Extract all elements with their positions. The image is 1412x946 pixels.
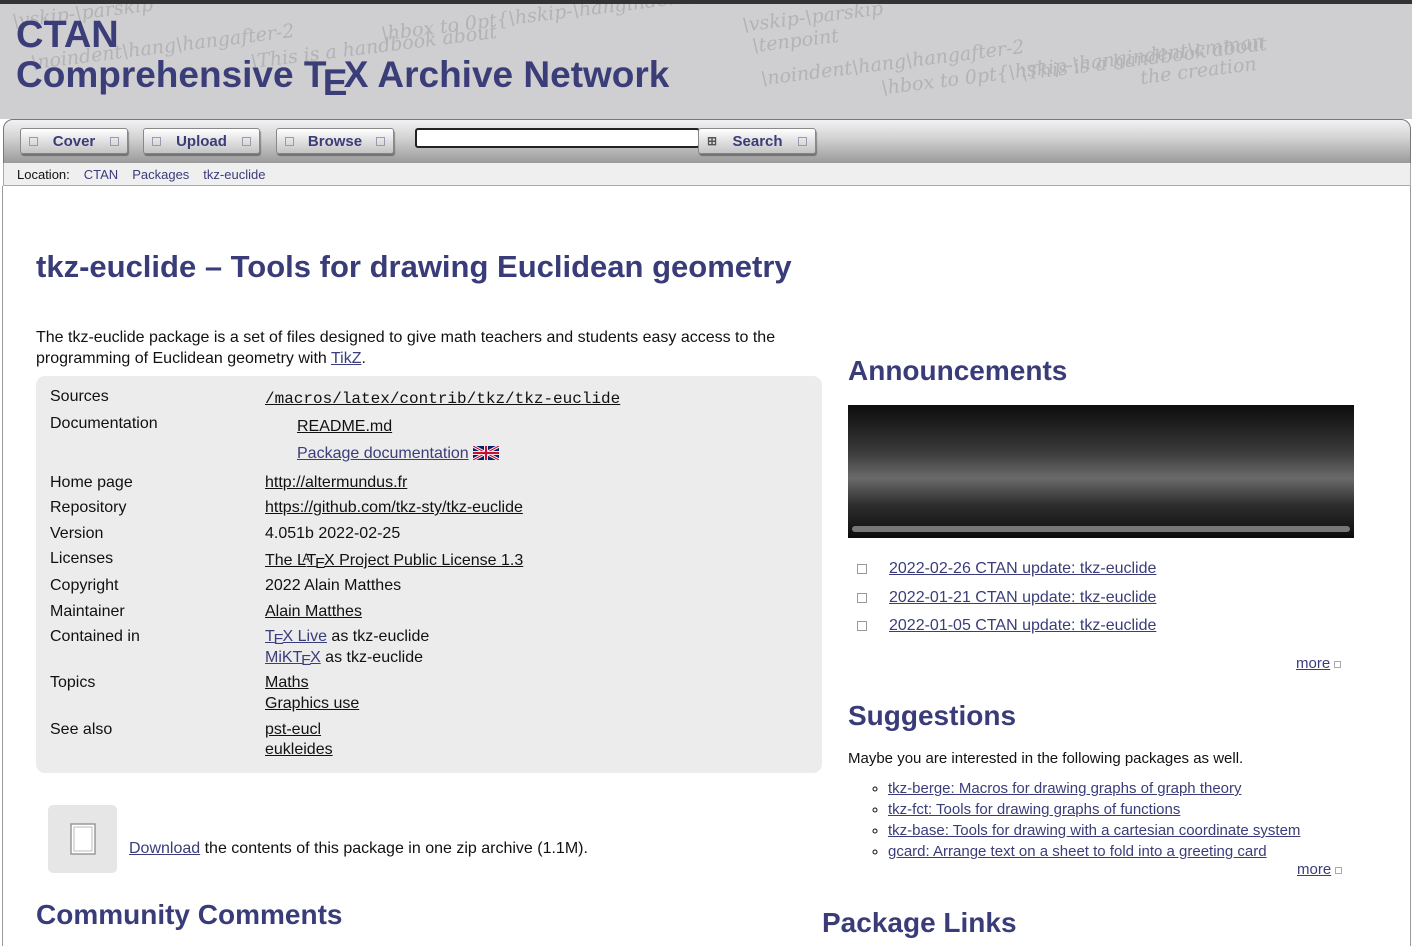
bullet-icon — [857, 564, 867, 574]
sources-label: Sources — [50, 388, 109, 405]
list-item: tkz-base: Tools for drawing with a carte… — [888, 820, 1300, 841]
announcement-item: 2022-02-26 CTAN update: tkz-euclide — [857, 560, 1156, 578]
community-comments-heading: Community Comments — [36, 899, 343, 930]
readme-link[interactable]: README.md — [297, 418, 392, 436]
site-subtitle: Comprehensive TEX Archive Network — [16, 54, 670, 104]
announcement-link[interactable]: 2022-02-26 CTAN update: tkz-euclide — [889, 560, 1156, 578]
see-also-label: See also — [50, 721, 113, 738]
download-link[interactable]: Download — [129, 840, 200, 857]
miktex-link[interactable]: MiKTEX — [265, 649, 321, 669]
bullet-icon — [29, 136, 38, 146]
contained-in-label: Contained in — [50, 628, 140, 645]
announcement-item: 2022-01-21 CTAN update: tkz-euclide — [857, 589, 1156, 607]
list-item: tkz-fct: Tools for drawing graphs of fun… — [888, 799, 1300, 820]
archive-icon — [69, 823, 96, 855]
suggestions-list: tkz-berge: Macros for drawing graphs of … — [870, 778, 1300, 862]
list-item: tkz-berge: Macros for drawing graphs of … — [888, 778, 1300, 799]
sources-link[interactable]: /macros/latex/contrib/tkz/tkz-euclide — [265, 390, 620, 408]
search-button[interactable]: ⊞ Search — [698, 128, 816, 154]
announcement-link[interactable]: 2022-01-21 CTAN update: tkz-euclide — [889, 589, 1156, 607]
miktex-entry: MiKTEX as tkz-euclide — [265, 649, 423, 670]
bullet-icon — [242, 136, 251, 146]
search-icon: ⊞ — [707, 134, 718, 148]
texlive-link[interactable]: TEX Live — [265, 628, 327, 648]
package-links-heading: Package Links — [822, 907, 1017, 938]
copyright-label: Copyright — [50, 577, 119, 594]
cover-button[interactable]: Cover — [20, 128, 128, 154]
texlive-entry: TEX Live as tkz-euclide — [265, 628, 430, 649]
licenses-label: Licenses — [50, 550, 114, 567]
package-description: The tkz-euclide package is a set of file… — [36, 329, 776, 367]
browse-button[interactable]: Browse — [276, 128, 394, 154]
homepage-link[interactable]: http://altermundus.fr — [265, 474, 407, 492]
topic-maths-link[interactable]: Maths — [265, 674, 309, 692]
package-info-panel: Sources /macros/latex/contrib/tkz/tkz-eu… — [36, 376, 822, 773]
announcement-link[interactable]: 2022-01-05 CTAN update: tkz-euclide — [889, 617, 1156, 635]
copyright-value: 2022 Alain Matthes — [265, 577, 402, 594]
suggestions-more-link[interactable]: more — [1297, 861, 1343, 878]
download-line: Download the contents of this package in… — [129, 840, 588, 857]
suggestions-intro: Maybe you are interested in the followin… — [848, 750, 1244, 767]
suggestion-link[interactable]: tkz-berge: Macros for drawing graphs of … — [888, 780, 1242, 797]
tikz-link[interactable]: TikZ — [331, 350, 362, 367]
site-name: CTAN — [16, 14, 119, 56]
breadcrumb-packages[interactable]: Packages — [132, 167, 189, 182]
suggestion-link[interactable]: gcard: Arrange text on a sheet to fold i… — [888, 843, 1267, 860]
bullet-icon — [857, 621, 867, 631]
see-also-eukleides-link[interactable]: eukleides — [265, 741, 333, 759]
bullet-icon — [376, 136, 385, 146]
version-value: 4.051b 2022-02-25 — [265, 525, 401, 542]
search-input[interactable] — [415, 128, 700, 148]
announcements-heading: Announcements — [848, 355, 1068, 386]
homepage-label: Home page — [50, 474, 133, 491]
package-documentation-link[interactable]: Package documentation — [297, 445, 469, 462]
announcement-banner — [848, 405, 1354, 538]
site-header: \vskip-\parskip \noindent\hang\hangafter… — [0, 4, 1412, 119]
uk-flag-icon — [472, 446, 499, 460]
more-arrow-icon — [1335, 867, 1343, 874]
bullet-icon — [797, 136, 807, 146]
suggestion-link[interactable]: tkz-base: Tools for drawing with a carte… — [888, 822, 1300, 839]
see-also-pst-eucl-link[interactable]: pst-eucl — [265, 721, 321, 739]
bullet-icon — [285, 136, 294, 146]
announcements-more-link[interactable]: more — [1296, 655, 1342, 672]
topic-graphics-link[interactable]: Graphics use — [265, 695, 359, 713]
bullet-icon — [857, 593, 867, 603]
more-arrow-icon — [1334, 661, 1342, 668]
list-item: gcard: Arrange text on a sheet to fold i… — [888, 841, 1300, 862]
banner-bar — [852, 526, 1350, 532]
suggestion-link[interactable]: tkz-fct: Tools for drawing graphs of fun… — [888, 801, 1180, 818]
documentation-label: Documentation — [50, 415, 158, 432]
bullet-icon — [110, 136, 119, 146]
maintainer-label: Maintainer — [50, 603, 125, 620]
breadcrumb-ctan[interactable]: CTAN — [84, 167, 118, 182]
bullet-icon — [152, 136, 161, 146]
main-navbar: Cover Upload Browse ⊞ Search — [3, 119, 1411, 164]
page-title: tkz-euclide – Tools for drawing Euclidea… — [36, 249, 792, 284]
topics-label: Topics — [50, 674, 96, 691]
package-documentation: Package documentation — [297, 445, 499, 463]
site-logo-title[interactable]: CTAN Comprehensive TEX Archive Network — [16, 14, 670, 104]
suggestions-heading: Suggestions — [848, 700, 1017, 731]
download-button[interactable] — [48, 805, 117, 873]
breadcrumb-current[interactable]: tkz-euclide — [203, 167, 265, 182]
repository-link[interactable]: https://github.com/tkz-sty/tkz-euclide — [265, 499, 523, 517]
breadcrumb-label: Location: — [17, 166, 70, 182]
upload-button[interactable]: Upload — [143, 128, 260, 154]
version-label: Version — [50, 525, 104, 542]
license-link[interactable]: The LATEX Project Public License 1.3 — [265, 552, 523, 572]
breadcrumb: Location: CTAN Packages tkz-euclide — [3, 163, 1411, 186]
maintainer-link[interactable]: Alain Matthes — [265, 603, 362, 621]
announcement-item: 2022-01-05 CTAN update: tkz-euclide — [857, 617, 1156, 635]
repository-label: Repository — [50, 499, 127, 516]
